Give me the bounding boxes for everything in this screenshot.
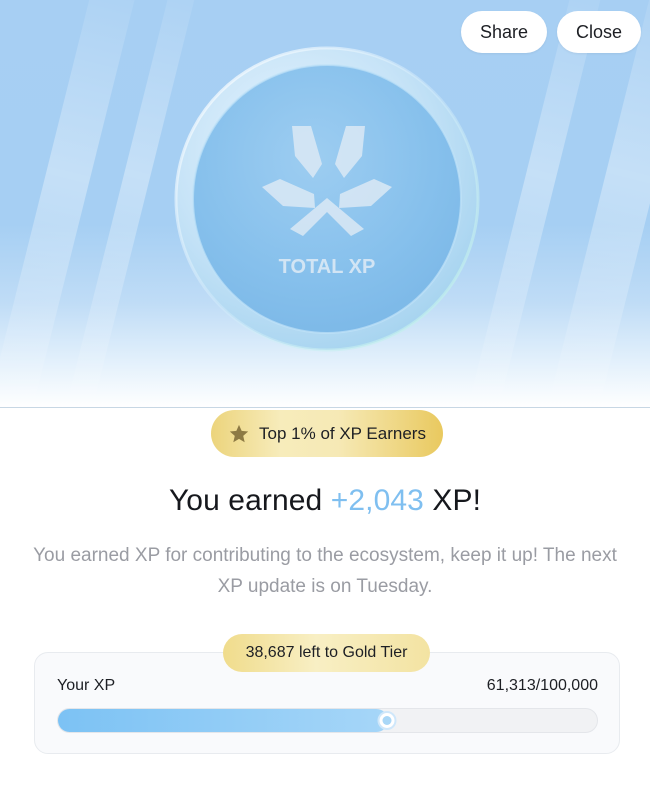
tier-badge: Top 1% of XP Earners: [211, 410, 443, 457]
close-button[interactable]: Close: [557, 11, 641, 53]
tier-badge-label: Top 1% of XP Earners: [259, 423, 426, 443]
xp-progress-bar: [57, 708, 598, 733]
remaining-to-tier-pill: 38,687 left to Gold Tier: [223, 634, 430, 672]
your-xp-label: Your XP: [57, 677, 116, 694]
headline-suffix: XP!: [423, 484, 482, 517]
hero-banner: TOTAL XP Share Close: [0, 0, 650, 408]
headline-prefix: You earned: [168, 484, 331, 517]
description-text: You earned XP for contributing to the ec…: [33, 545, 617, 597]
earned-amount: +2,043: [330, 484, 424, 517]
xp-earned-headline: You earned +2,043 XP!: [0, 484, 650, 518]
divider: [0, 407, 650, 408]
share-button[interactable]: Share: [461, 11, 547, 53]
xp-progress-knob[interactable]: [377, 711, 397, 730]
star-icon: [229, 424, 249, 442]
xp-progress-fill: [58, 709, 388, 732]
total-xp-coin: TOTAL XP: [174, 46, 480, 352]
coin-label: TOTAL XP: [279, 256, 376, 278]
xp-value: 61,313/100,000: [486, 677, 598, 694]
